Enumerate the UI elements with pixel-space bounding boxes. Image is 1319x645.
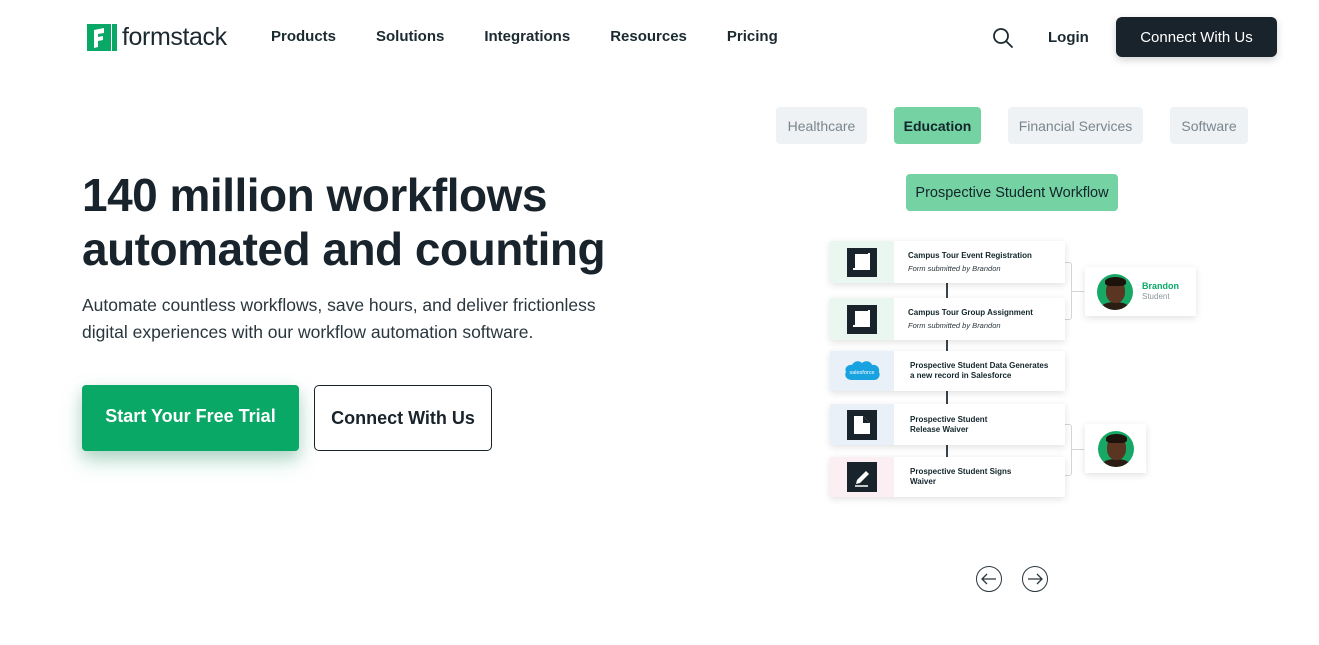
step-text: Prospective Student Signs Waiver bbox=[894, 457, 1011, 497]
workflow-step-card: salesforce Prospective Student Data Gene… bbox=[830, 351, 1065, 391]
avatar bbox=[1097, 430, 1134, 467]
nav-resources[interactable]: Resources bbox=[610, 28, 687, 45]
person-info: Brandon Student bbox=[1142, 281, 1179, 302]
step-text: Campus Tour Group Assignment Form submit… bbox=[894, 298, 1033, 340]
salesforce-icon: salesforce bbox=[845, 361, 880, 380]
formstack-logo[interactable]: formstack bbox=[87, 23, 227, 52]
tab-healthcare[interactable]: Healthcare bbox=[776, 107, 867, 144]
form-icon bbox=[847, 247, 877, 277]
nav-solutions[interactable]: Solutions bbox=[376, 28, 444, 45]
pen-icon bbox=[847, 462, 877, 492]
page: formstack Products Solutions Integration… bbox=[0, 0, 1319, 645]
step-connector bbox=[946, 391, 948, 404]
start-free-trial-button[interactable]: Start Your Free Trial bbox=[82, 385, 299, 451]
step-icon-area bbox=[830, 298, 894, 340]
nav-integrations[interactable]: Integrations bbox=[484, 28, 570, 45]
workflow-step-card: Campus Tour Group Assignment Form submit… bbox=[830, 298, 1065, 340]
salesforce-label: salesforce bbox=[849, 370, 874, 376]
step-title: Campus Tour Group Assignment bbox=[908, 307, 1033, 317]
step-text: Campus Tour Event Registration Form subm… bbox=[894, 241, 1032, 283]
search-button[interactable] bbox=[991, 26, 1015, 50]
workflow-step-card: Prospective Student Release Waiver bbox=[830, 404, 1065, 445]
document-icon bbox=[847, 409, 877, 440]
nav-products[interactable]: Products bbox=[271, 28, 336, 45]
step-title: Prospective Student Signs Waiver bbox=[910, 467, 1012, 486]
person-card: Brandon Student bbox=[1085, 267, 1196, 316]
workflow-step-card: Campus Tour Event Registration Form subm… bbox=[830, 241, 1065, 283]
step-connector bbox=[946, 445, 948, 457]
workflow-step-card: Prospective Student Signs Waiver bbox=[830, 457, 1065, 497]
person-bracket bbox=[1065, 424, 1072, 476]
person-bracket bbox=[1065, 262, 1072, 320]
person-role: Student bbox=[1142, 292, 1170, 301]
workflow-title-badge: Prospective Student Workflow bbox=[906, 174, 1118, 211]
logo-wordmark: formstack bbox=[122, 23, 227, 51]
carousel-prev-button[interactable] bbox=[976, 566, 1002, 592]
person-bracket-line bbox=[1072, 291, 1084, 292]
tab-software[interactable]: Software bbox=[1170, 107, 1248, 144]
nav-pricing[interactable]: Pricing bbox=[727, 28, 778, 45]
formstack-logo-icon bbox=[87, 24, 117, 51]
step-subtitle: Form submitted by Brandon bbox=[908, 320, 1001, 330]
login-link[interactable]: Login bbox=[1048, 29, 1089, 46]
search-icon bbox=[993, 28, 1013, 48]
avatar bbox=[1097, 273, 1133, 310]
step-title: Prospective Student Data Generates a new… bbox=[910, 361, 1049, 380]
step-icon-area bbox=[830, 241, 894, 283]
main-nav: Products Solutions Integrations Resource… bbox=[271, 28, 818, 45]
arrow-left-icon bbox=[981, 573, 996, 585]
step-text: Prospective Student Data Generates a new… bbox=[894, 351, 1048, 391]
step-icon-area bbox=[830, 457, 894, 497]
carousel-next-button[interactable] bbox=[1022, 566, 1048, 592]
person-name: Brandon bbox=[1142, 281, 1179, 291]
hero-subtitle: Automate countless workflows, save hours… bbox=[82, 295, 596, 342]
step-connector bbox=[946, 282, 948, 298]
step-connector bbox=[946, 339, 948, 351]
arrow-right-icon bbox=[1028, 573, 1043, 585]
connect-with-us-button[interactable]: Connect With Us bbox=[314, 385, 492, 451]
step-title: Prospective Student Release Waiver bbox=[910, 414, 988, 434]
hero-title: 140 million workflows automated and coun… bbox=[82, 169, 606, 275]
person-card bbox=[1085, 424, 1146, 473]
header-connect-button[interactable]: Connect With Us bbox=[1116, 17, 1277, 57]
form-icon bbox=[847, 304, 877, 334]
step-text: Prospective Student Release Waiver bbox=[894, 404, 987, 445]
step-subtitle: Form submitted by Brandon bbox=[908, 263, 1001, 273]
step-icon-area bbox=[830, 404, 894, 445]
person-bracket-line bbox=[1072, 449, 1084, 450]
tab-education[interactable]: Education bbox=[894, 107, 981, 144]
step-icon-area: salesforce bbox=[830, 351, 894, 391]
tab-financial-services[interactable]: Financial Services bbox=[1008, 107, 1143, 144]
step-title: Campus Tour Event Registration bbox=[908, 250, 1032, 260]
